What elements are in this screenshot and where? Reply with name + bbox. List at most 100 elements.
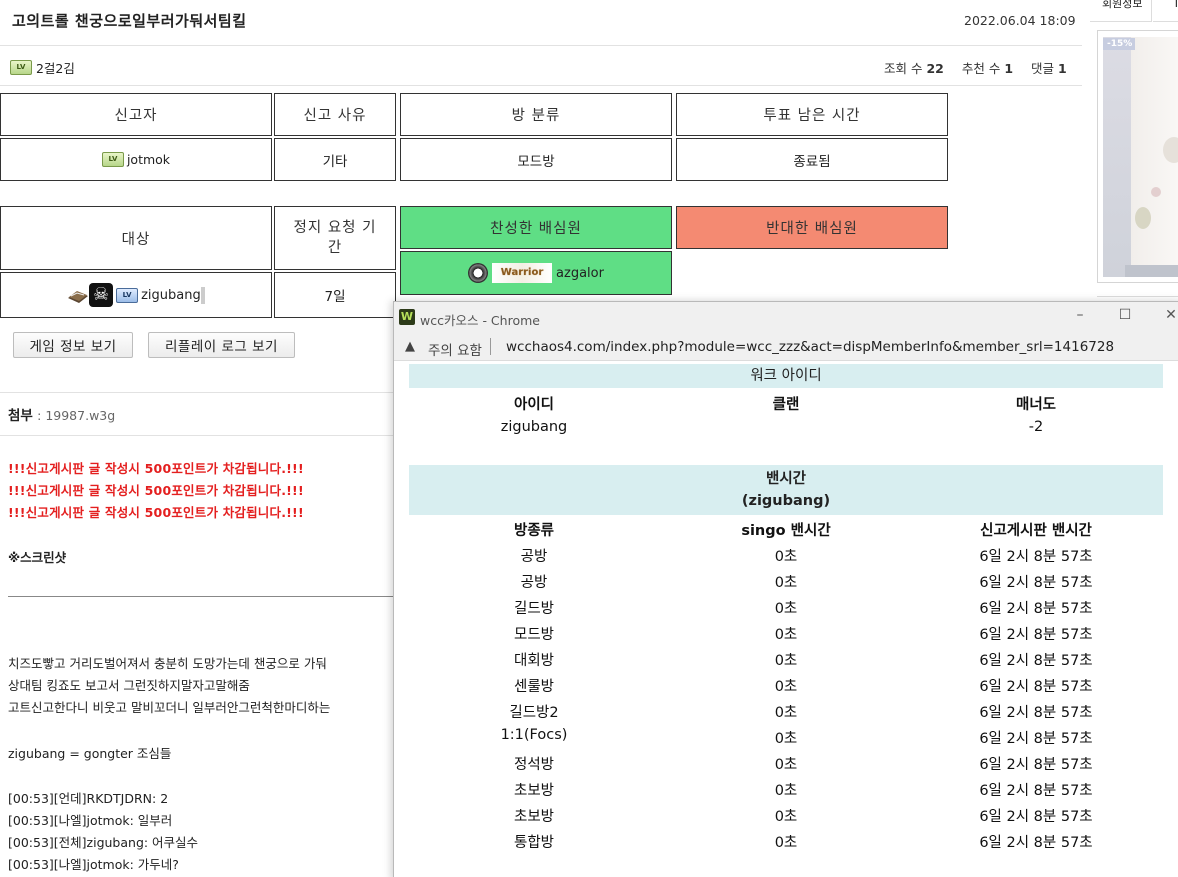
level-icon: LV <box>101 152 124 167</box>
room-kind-value: 모드방 <box>513 627 555 643</box>
board-ban-value: 6일 2시 8분 57초 <box>979 549 1093 565</box>
singo-ban-value: 0초 <box>774 679 798 695</box>
divider <box>0 85 1082 86</box>
post-author[interactable]: LV 2걸2김 <box>10 58 75 77</box>
screenshot-heading: ※스크린샷 <box>8 550 67 565</box>
author-name[interactable]: 2걸2김 <box>36 61 75 76</box>
disagree-jurors-header: 반대한 배심원 <box>676 206 948 249</box>
post-title: 고의트롤 챈궁으로일부러가둬서팀킬 <box>12 12 247 30</box>
level-icon: LV <box>10 60 32 75</box>
singo-ban-value: 0초 <box>774 575 798 591</box>
reporter-name[interactable]: jotmok <box>127 152 170 167</box>
attachment-file[interactable]: : 19987.w3g <box>37 408 115 423</box>
board-ban-value: 6일 2시 8분 57초 <box>979 601 1093 617</box>
duration-cell: 7일 <box>274 272 396 318</box>
manner-value: -2 <box>1028 419 1044 435</box>
views-stat: 조회 수 22 <box>884 61 944 76</box>
body-line: 치즈도빻고 거리도벌어져서 충분히 도망가는데 챈궁으로 가둬 <box>8 656 327 671</box>
banner-image: -15% <box>1103 37 1178 277</box>
reason-cell: 기타 <box>274 138 396 181</box>
singo-ban-value: 0초 <box>774 653 798 669</box>
flower-decoration <box>1163 137 1178 163</box>
recommend-stat: 추천 수 1 <box>962 61 1013 76</box>
id-value: zigubang <box>500 419 568 435</box>
sidebar-banner[interactable]: -15% <box>1097 30 1178 283</box>
manner-column-header: 매너도 <box>1015 397 1057 413</box>
comments-count: 1 <box>1058 61 1067 76</box>
skull-icon: ☠ <box>89 283 114 307</box>
room-kind-value: 센룰방 <box>513 679 555 695</box>
board-ban-value: 6일 2시 8분 57초 <box>979 705 1093 721</box>
divider <box>0 392 400 393</box>
warning-notice: !!!신고게시판 글 작성시 500포인트가 차감됩니다.!!! <box>8 461 304 476</box>
singo-ban-value: 0초 <box>774 757 798 773</box>
singo-ban-value: 0초 <box>774 549 798 565</box>
board-ban-value: 6일 2시 8분 57초 <box>979 757 1093 773</box>
room-kind-value: 길드방2 <box>509 705 559 721</box>
divider <box>8 596 400 597</box>
board-ban-value: 6일 2시 8분 57초 <box>979 731 1093 747</box>
time-left-cell: 종료됨 <box>676 138 948 181</box>
time-left-header: 투표 남은 시간 <box>676 93 948 136</box>
flower-decoration <box>1135 207 1151 229</box>
body-line: zigubang = gongter 조심들 <box>8 746 172 761</box>
post-stats: 조회 수 22 추천 수 1 댓글 1 <box>884 58 1081 77</box>
replay-log-button[interactable]: 리플레이 로그 보기 <box>148 332 295 358</box>
board-ban-value: 6일 2시 8분 57초 <box>979 575 1093 591</box>
reporter-cell: LV jotmok <box>0 138 272 181</box>
room-kind-value: 정석방 <box>513 757 555 773</box>
juror-avatar-icon <box>468 263 489 283</box>
clan-column-header: 클랜 <box>772 397 800 413</box>
singo-ban-value: 0초 <box>774 835 798 851</box>
board-ban-value: 6일 2시 8분 57초 <box>979 835 1093 851</box>
id-column-header: 아이디 <box>513 397 555 413</box>
singo-ban-value: 0초 <box>774 809 798 825</box>
banner-footer <box>1125 265 1178 277</box>
divider <box>1097 296 1178 297</box>
comments-stat[interactable]: 댓글 1 <box>1031 61 1067 76</box>
target-name[interactable]: zigubang <box>141 288 201 303</box>
room-kind-value: 공방 <box>520 549 548 565</box>
room-kind-value: 초보방 <box>513 809 555 825</box>
maximize-icon[interactable]: ☐ <box>1115 307 1135 323</box>
board-ban-value: 6일 2시 8분 57초 <box>979 653 1093 669</box>
views-count: 22 <box>926 61 944 76</box>
board-ban-value: 6일 2시 8분 57초 <box>979 627 1093 643</box>
window-titlebar[interactable]: W wcc카오스 - Chrome – ☐ ✕ <box>394 302 1178 333</box>
room-kind-value: 공방 <box>520 575 548 591</box>
singo-ban-column-header: singo 밴시간 <box>741 523 831 539</box>
warning-icon[interactable]: ▲ <box>405 339 415 354</box>
views-label: 조회 수 <box>884 61 923 76</box>
singo-ban-value: 0초 <box>774 601 798 617</box>
attachment-row: 첨부 : 19987.w3g <box>8 404 115 424</box>
security-status[interactable]: 주의 요함 <box>428 339 482 359</box>
target-header: 대상 <box>0 206 272 270</box>
agree-jurors-header: 찬성한 배심원 <box>400 206 672 249</box>
room-kind-value: 통합방 <box>513 835 555 851</box>
recommend-count: 1 <box>1004 61 1014 76</box>
ban-time-section-title: 밴시간 (zigubang) <box>409 465 1163 515</box>
divider <box>0 45 1082 46</box>
address-bar[interactable]: ▲ 주의 요함 wcchaos4.com/index.php?module=wc… <box>394 333 1178 361</box>
body-line: 상대팀 킹죠도 보고서 그런짓하지말자고말해줌 <box>8 678 250 693</box>
url-text[interactable]: wcchaos4.com/index.php?module=wcc_zzz&ac… <box>506 339 1114 355</box>
discount-badge: -15% <box>1103 38 1135 50</box>
warcraft-id-section-title: 워크 아이디 <box>409 364 1163 388</box>
agree-juror-cell: Warrior azgalor <box>400 251 672 295</box>
board-ban-value: 6일 2시 8분 57초 <box>979 783 1093 799</box>
chat-log-line: [00:53][언데]RKDTJDRN: 2 <box>8 791 169 806</box>
agree-juror-name[interactable]: azgalor <box>556 266 604 281</box>
warning-notice: !!!신고게시판 글 작성시 500포인트가 차감됩니다.!!! <box>8 505 304 520</box>
duration-header: 정지 요청 기간 <box>274 206 396 270</box>
room-type-cell: 모드방 <box>400 138 672 181</box>
tab-next[interactable]: T <box>1153 0 1178 22</box>
tab-member-info[interactable]: 회원정보 <box>1090 0 1152 22</box>
book-icon <box>67 286 89 304</box>
level-icon: LV <box>116 287 139 303</box>
game-info-button[interactable]: 게임 정보 보기 <box>13 332 133 358</box>
post-date: 2022.06.04 18:09 <box>964 13 1076 28</box>
close-icon[interactable]: ✕ <box>1161 307 1178 323</box>
singo-ban-value: 0초 <box>774 783 798 799</box>
minimize-icon[interactable]: – <box>1070 307 1090 323</box>
member-info-popup-window[interactable]: W wcc카오스 - Chrome – ☐ ✕ ▲ 주의 요함 wcchaos4… <box>393 301 1178 877</box>
